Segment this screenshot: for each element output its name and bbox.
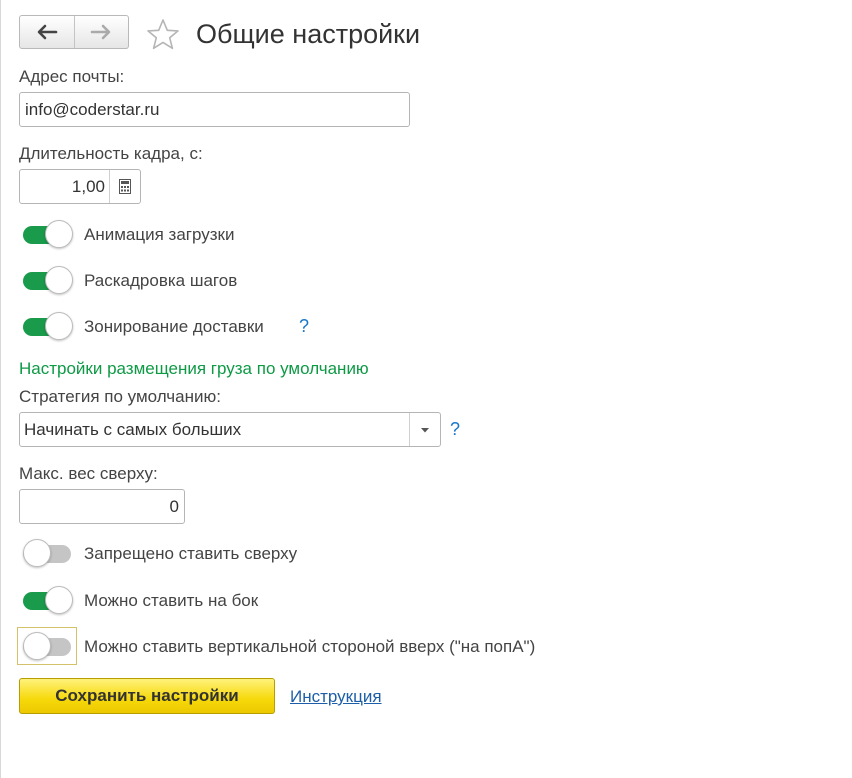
calculator-button[interactable] bbox=[109, 170, 140, 203]
frame-duration-field[interactable]: 1,00 bbox=[19, 169, 141, 204]
strategy-select[interactable]: Начинать с самых больших bbox=[19, 412, 441, 447]
delivery-zoning-label: Зонирование доставки bbox=[84, 317, 264, 336]
toggle-delivery-zoning[interactable] bbox=[21, 311, 73, 341]
calculator-icon bbox=[119, 179, 131, 194]
toggle-vertical-up[interactable] bbox=[21, 631, 73, 661]
arrow-left-icon bbox=[37, 24, 58, 40]
back-button[interactable] bbox=[20, 16, 74, 48]
delivery-zoning-help-icon[interactable]: ? bbox=[299, 316, 309, 336]
toggle-on-side[interactable] bbox=[21, 585, 73, 615]
chevron-down-icon bbox=[421, 427, 429, 432]
on-side-label: Можно ставить на бок bbox=[84, 591, 259, 610]
frame-duration-value: 1,00 bbox=[71, 177, 105, 196]
toggle-knob bbox=[45, 586, 73, 614]
toggle-upload-animation[interactable] bbox=[21, 219, 73, 249]
toggle-knob bbox=[45, 266, 73, 294]
star-icon bbox=[147, 19, 179, 50]
save-settings-button[interactable]: Сохранить настройки bbox=[19, 678, 275, 714]
no-stacking-label: Запрещено ставить сверху bbox=[84, 544, 298, 563]
toggle-step-storyboard[interactable] bbox=[21, 265, 73, 295]
forward-button[interactable] bbox=[73, 16, 129, 48]
strategy-dropdown-button[interactable] bbox=[409, 413, 440, 446]
favorite-button[interactable] bbox=[146, 18, 180, 50]
vertical-up-label: Можно ставить вертикальной стороной ввер… bbox=[84, 637, 536, 656]
frame-duration-label: Длительность кадра, с: bbox=[19, 144, 203, 163]
toggle-knob bbox=[45, 220, 73, 248]
email-field[interactable]: info@coderstar.ru bbox=[19, 92, 410, 127]
strategy-value: Начинать с самых больших bbox=[24, 420, 242, 439]
toggle-knob bbox=[23, 632, 51, 660]
step-storyboard-label: Раскадровка шагов bbox=[84, 271, 238, 290]
instruction-link[interactable]: Инструкция bbox=[290, 687, 382, 707]
cargo-section-title: Настройки размещения груза по умолчанию bbox=[19, 359, 369, 378]
email-label: Адрес почты: bbox=[19, 67, 125, 86]
arrow-right-icon bbox=[90, 24, 111, 40]
max-weight-label: Макс. вес сверху: bbox=[19, 464, 158, 483]
upload-animation-label: Анимация загрузки bbox=[84, 225, 235, 244]
nav-buttons bbox=[19, 15, 129, 49]
toggle-knob bbox=[23, 539, 51, 567]
window-border bbox=[0, 0, 1, 778]
strategy-help-icon[interactable]: ? bbox=[450, 419, 460, 439]
max-weight-field[interactable]: 0 bbox=[19, 489, 185, 524]
toggle-knob bbox=[45, 312, 73, 340]
strategy-label: Стратегия по умолчанию: bbox=[19, 387, 221, 406]
toggle-no-stacking[interactable] bbox=[21, 538, 73, 568]
page-title: Общие настройки bbox=[196, 19, 421, 49]
